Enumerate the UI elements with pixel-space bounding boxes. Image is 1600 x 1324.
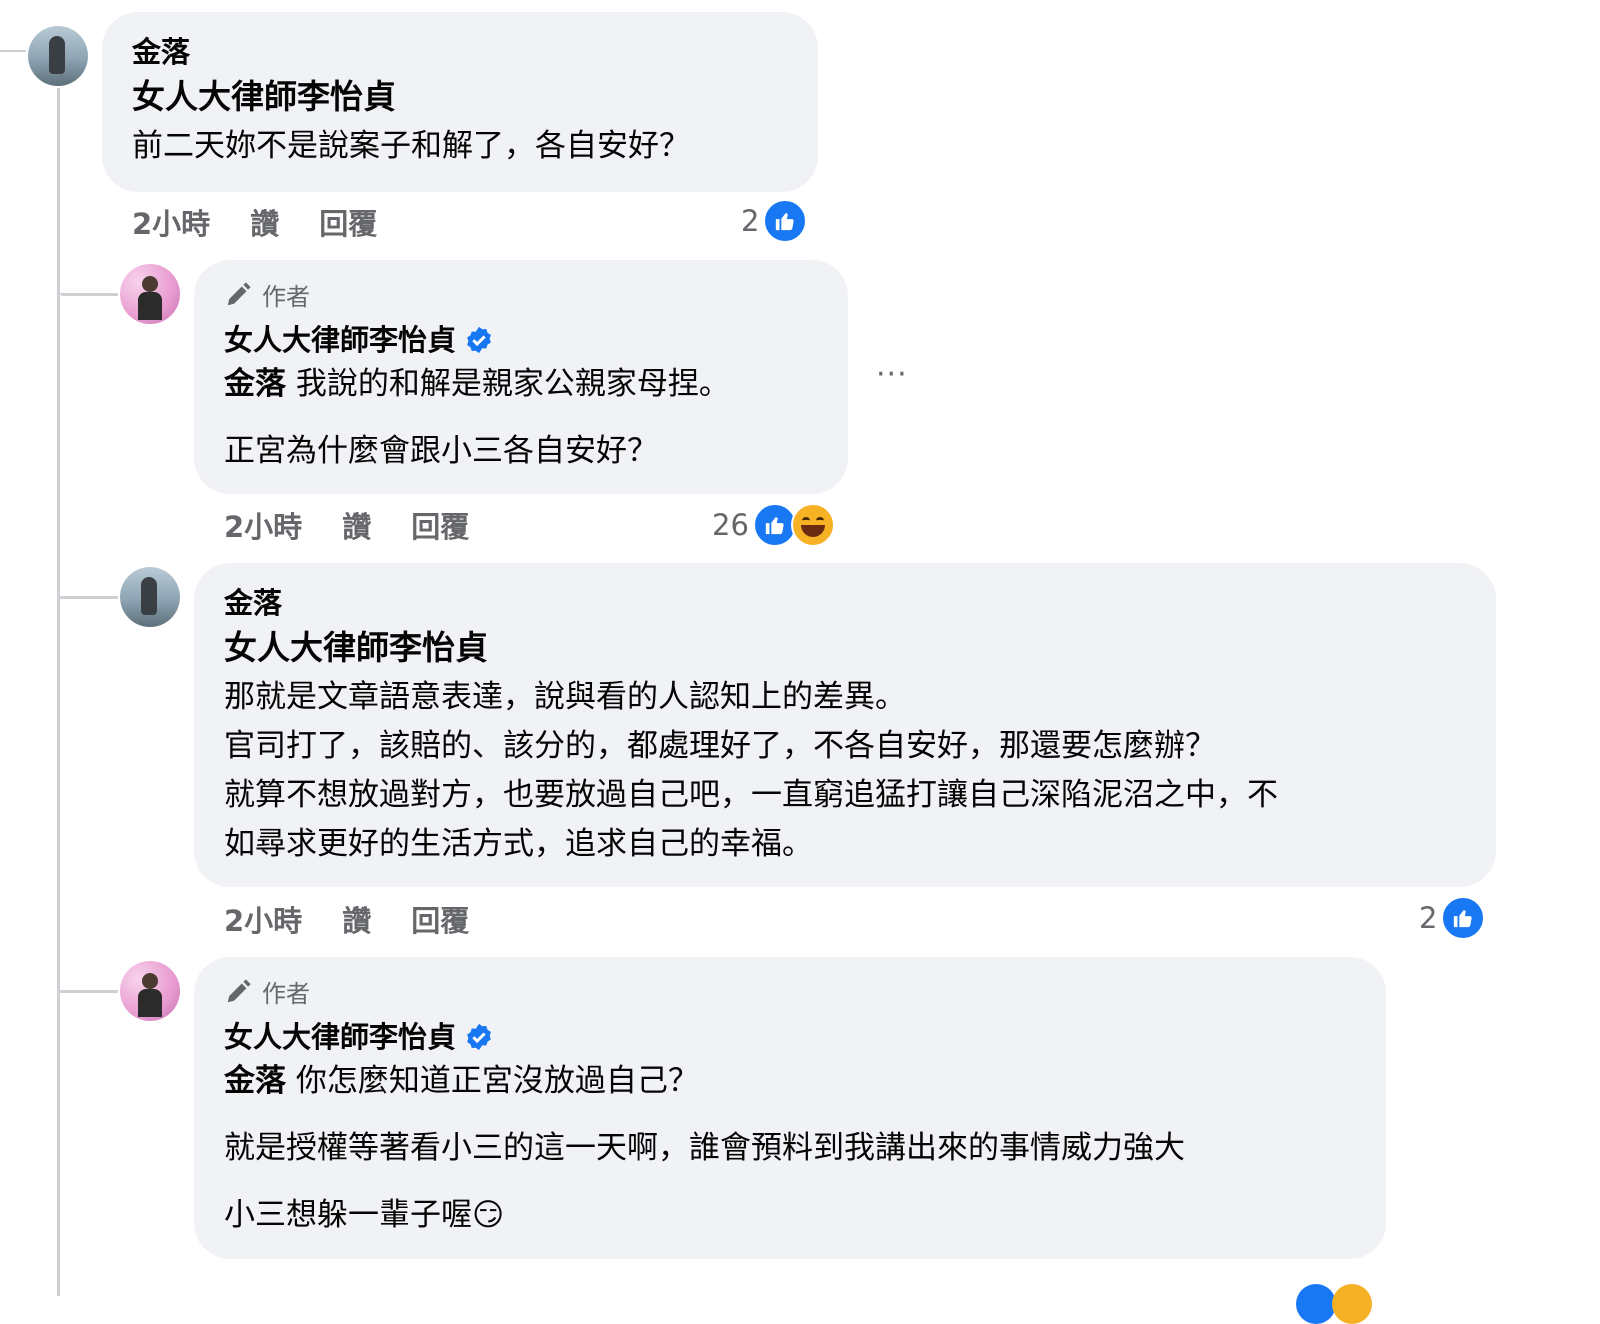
comment-text-line: 你怎麼知道正宮沒放過自己？ (295, 1063, 699, 1099)
reply-button[interactable]: 回覆 (411, 898, 469, 940)
comment-text-line: 正宮為什麼會跟小三各自安好？ (224, 433, 658, 469)
verified-badge-icon (467, 326, 491, 354)
thread-branch-1 (60, 293, 118, 296)
reply-button[interactable]: 回覆 (319, 201, 377, 243)
comment-text: 前二天妳不是說案子和解了，各自安好？ (132, 128, 690, 164)
author-badge-row: 作者 (224, 975, 1356, 1008)
comment-text-line: 如尋求更好的生活方式，追求自己的幸福。 (224, 826, 813, 862)
comment-actions: 2小時 讚 回覆 (132, 200, 417, 244)
comment-time[interactable]: 2小時 (224, 898, 302, 940)
comment-text-line: 小三想躲一輩子喔😏 (224, 1197, 505, 1233)
comment-time[interactable]: 2小時 (132, 201, 210, 243)
avatar-jinluo[interactable] (28, 26, 88, 86)
like-button[interactable]: 讚 (250, 201, 279, 243)
reply-button[interactable]: 回覆 (411, 504, 469, 546)
author-badge: 作者 (262, 979, 310, 1008)
comment-author[interactable]: 女人大律師李怡貞 (224, 1017, 456, 1057)
avatar-lawyer[interactable] (120, 961, 180, 1021)
reaction-count: 2 (741, 204, 760, 238)
comment-text: 金落 你怎麼知道正宮沒放過自己？ (224, 1057, 1356, 1106)
comment-text-line: 那就是文章語意表達，說與看的人認知上的差異。 (224, 679, 906, 715)
comment-mention[interactable]: 金落 (224, 1063, 286, 1099)
comment-text-line: 就算不想放過對方，也要放過自己吧，一直窮追猛打讓自己深陷泥沼之中，不 (224, 777, 1278, 813)
author-badge: 作者 (262, 282, 310, 311)
comment-author[interactable]: 女人大律師李怡貞 (224, 320, 456, 360)
more-options-button[interactable]: ··· (876, 357, 908, 392)
like-button[interactable]: 讚 (342, 898, 371, 940)
like-reaction-icon (1441, 896, 1486, 940)
pencil-icon (227, 282, 251, 306)
pencil-icon (227, 979, 251, 1003)
comment-actions: 2小時 讚 回覆 (224, 897, 509, 941)
avatar-lawyer[interactable] (120, 264, 180, 324)
comment-actions: 2小時 讚 回覆 (224, 503, 509, 547)
partial-like-reaction-icon (1296, 1284, 1336, 1324)
verified-badge-icon (467, 1023, 491, 1051)
reaction-count: 2 (1419, 901, 1438, 935)
comment-mention[interactable]: 女人大律師李怡貞 (132, 72, 788, 122)
like-reaction-icon (763, 199, 808, 243)
comment-text-line: 我說的和解是親家公親家母捏。 (295, 366, 730, 402)
thread-line-top (0, 50, 26, 52)
comment-author[interactable]: 金落 (132, 32, 788, 72)
comment-mention[interactable]: 金落 (224, 366, 286, 402)
reaction-summary[interactable]: 2 (1419, 895, 1486, 941)
haha-reaction-icon (790, 503, 835, 547)
thread-branch-2 (60, 596, 118, 599)
reaction-count: 26 (712, 508, 749, 542)
like-button[interactable]: 讚 (342, 504, 371, 546)
comment-author[interactable]: 金落 (224, 583, 1466, 623)
reaction-summary[interactable]: 2 (741, 198, 808, 244)
comment-bubble: 金落 女人大律師李怡貞 那就是文章語意表達，說與看的人認知上的差異。 官司打了，… (194, 563, 1496, 887)
thread-line-vertical (57, 88, 60, 1296)
thread-branch-3 (60, 990, 118, 993)
avatar-jinluo[interactable] (120, 567, 180, 627)
reaction-summary[interactable]: 26 (712, 502, 835, 548)
comment-bubble: 作者 女人大律師李怡貞 金落 你怎麼知道正宮沒放過自己？ 就是授權等著看小三的這… (194, 957, 1386, 1259)
comment-bubble: 金落 女人大律師李怡貞 前二天妳不是說案子和解了，各自安好？ (102, 12, 818, 192)
comment-text-line: 就是授權等著看小三的這一天啊，誰會預料到我講出來的事情威力強大 (224, 1130, 1185, 1166)
comment-author-row: 女人大律師李怡貞 (224, 320, 818, 360)
comment-text: 金落 我說的和解是親家公親家母捏。 (224, 360, 818, 409)
comment-author-row: 女人大律師李怡貞 (224, 1017, 1356, 1057)
comment-bubble: 作者 女人大律師李怡貞 金落 我說的和解是親家公親家母捏。 正宮為什麼會跟小三各… (194, 260, 848, 494)
comment-text-line: 官司打了，該賠的、該分的，都處理好了，不各自安好，那還要怎麼辦？ (224, 728, 1216, 764)
comment-time[interactable]: 2小時 (224, 504, 302, 546)
partial-haha-reaction-icon (1332, 1284, 1372, 1324)
author-badge-row: 作者 (224, 278, 818, 311)
comment-mention[interactable]: 女人大律師李怡貞 (224, 623, 1466, 673)
